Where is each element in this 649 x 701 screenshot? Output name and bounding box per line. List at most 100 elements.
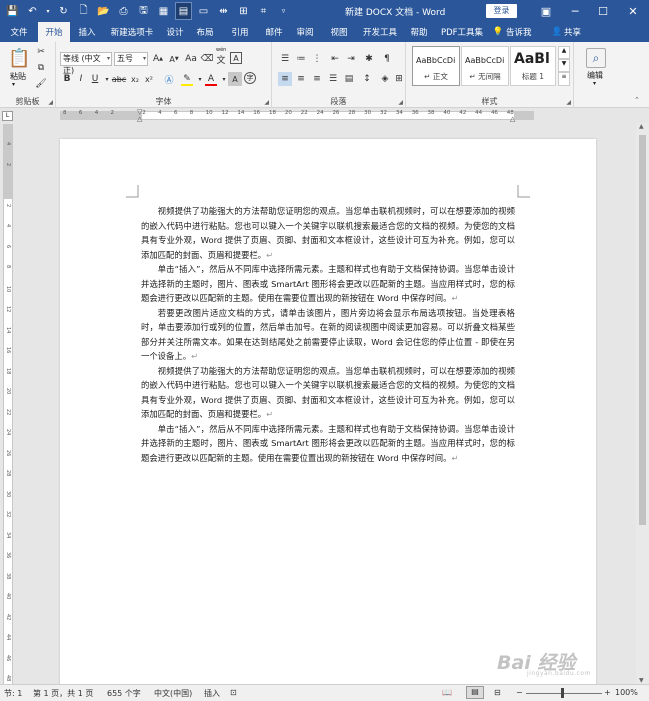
font-size-dropdown-icon[interactable]: ▾	[143, 53, 146, 65]
paste-icon[interactable]: 📋	[8, 48, 30, 69]
vertical-ruler[interactable]: 4 2 2 4 6 8 10 12 14 16 18 20 22 24 26 28 30 32 34 36 38 40 42…	[3, 124, 13, 684]
zoom-out-icon[interactable]: −	[516, 688, 523, 697]
grow-font-icon[interactable]: A ▲	[151, 52, 165, 66]
document-paragraph[interactable]: 单击“插入”，然后从不同库中选择所需元素。主题和样式也有助于文档保持协调。当您单…	[141, 262, 515, 306]
tab-selector-icon[interactable]: L	[2, 111, 13, 121]
styles-scroll-up-icon[interactable]: ▲	[558, 46, 570, 59]
scroll-up-icon[interactable]: ▲	[639, 123, 644, 130]
ribbon-display-options-icon[interactable]: ▣	[532, 0, 560, 22]
hanging-indent-icon[interactable]: △	[137, 115, 142, 123]
zoom-in-icon[interactable]: +	[604, 688, 611, 697]
tab-mailings[interactable]: 邮件	[260, 22, 288, 42]
new-doc-icon[interactable]: 🗋	[75, 2, 92, 20]
undo-icon[interactable]: ↶	[24, 2, 41, 20]
layout-icon[interactable]: ▭	[195, 2, 212, 20]
clipboard-launcher-icon[interactable]: ◢	[48, 99, 53, 106]
horizontal-ruler[interactable]: ▽ △ △ 8 6 4 2 2 4 6 8 10 12 14 16 18 20 22 24 26 28 30 32 34…	[16, 108, 635, 123]
tab-new-tab[interactable]: 新建选项卡	[104, 22, 160, 42]
document-body[interactable]: 视频提供了功能强大的方法帮助您证明您的观点。当您单击联机视频时，可以在想要添加的…	[141, 204, 515, 465]
tab-layout[interactable]: 布局	[190, 22, 220, 42]
document-paragraph[interactable]: 视频提供了功能强大的方法帮助您证明您的观点。当您单击联机视频时，可以在想要添加的…	[141, 204, 515, 262]
maximize-icon[interactable]: ☐	[589, 0, 617, 22]
redo-icon[interactable]: ↻	[55, 2, 72, 20]
font-name-dropdown-icon[interactable]: ▾	[107, 53, 110, 65]
chinese-layout-icon[interactable]: ✱	[362, 52, 376, 66]
editing-dropdown-icon[interactable]: ▾	[593, 80, 596, 87]
status-words[interactable]: 655 个字	[107, 688, 141, 699]
copy-icon[interactable]: ⧉	[34, 61, 48, 75]
print-layout-view-icon[interactable]: ▤	[466, 686, 484, 699]
tab-design[interactable]: 设计	[160, 22, 190, 42]
superscript-icon[interactable]: x²	[142, 72, 156, 86]
phonetic-guide-icon[interactable]: 文	[214, 52, 228, 66]
tab-references[interactable]: 引用	[220, 22, 260, 42]
status-page[interactable]: 第 1 页，共 1 页	[33, 688, 93, 699]
style-heading-1[interactable]: AaBl 标题 1	[510, 46, 556, 86]
web-layout-view-icon[interactable]: ⊟	[494, 688, 501, 697]
right-indent-icon[interactable]: △	[510, 115, 515, 123]
format-painter-icon[interactable]: 🖌	[34, 77, 48, 91]
style-normal[interactable]: AaBbCcDi ↵ 正文	[412, 46, 460, 86]
font-color-icon[interactable]: A	[204, 72, 218, 86]
login-button[interactable]: 登录	[486, 4, 517, 18]
tab-home[interactable]: 开始	[38, 22, 70, 42]
borders-icon[interactable]: ⊞	[392, 72, 406, 86]
zoom-level[interactable]: 100%	[615, 688, 638, 697]
paragraph-launcher-icon[interactable]: ◢	[398, 99, 403, 106]
strikethrough-icon[interactable]: abc	[112, 72, 126, 86]
char-shading-icon[interactable]: A	[228, 72, 242, 86]
bullets-icon[interactable]: ☰	[278, 52, 292, 66]
tab-pdf-tools[interactable]: PDF工具集	[434, 22, 490, 42]
share-icon[interactable]: 👤	[550, 22, 564, 42]
close-icon[interactable]: ✕	[619, 0, 647, 22]
tab-file[interactable]: 文件	[0, 22, 38, 42]
font-name-combo[interactable]: 等线 (中文正) ▾	[60, 52, 112, 75]
print-preview-icon[interactable]: ⎙	[115, 2, 132, 20]
document-paragraph[interactable]: 单击“插入”，然后从不同库中选择所需元素。主题和样式也有助于文档保持协调。当您单…	[141, 422, 515, 466]
text-box-icon[interactable]: ⌗	[255, 2, 272, 20]
document-paragraph[interactable]: 视频提供了功能强大的方法帮助您证明您的观点。当您单击联机视频时，可以在想要添加的…	[141, 364, 515, 422]
collapse-ribbon-icon[interactable]: ⌃	[634, 96, 640, 104]
font-size-combo[interactable]: 五号 ▾	[114, 52, 148, 66]
bold-icon[interactable]: B	[60, 72, 74, 86]
scroll-down-icon[interactable]: ▼	[639, 677, 644, 684]
scrollbar-thumb[interactable]	[639, 135, 646, 525]
status-insert-mode[interactable]: 插入	[204, 688, 220, 699]
read-mode-icon[interactable]: ▤	[175, 2, 192, 20]
status-section[interactable]: 节: 1	[4, 688, 22, 699]
multilevel-list-icon[interactable]: ⋮	[310, 52, 324, 66]
line-spacing-icon[interactable]: ↕	[360, 72, 374, 86]
subscript-icon[interactable]: x₂	[128, 72, 142, 86]
enclose-char-icon[interactable]: 字	[244, 72, 256, 84]
cut-icon[interactable]: ✂	[34, 45, 48, 59]
zoom-slider[interactable]	[526, 693, 602, 694]
tab-help[interactable]: 帮助	[404, 22, 434, 42]
styles-scroll-down-icon[interactable]: ▼	[558, 59, 570, 72]
document-paragraph[interactable]: 若要更改图片适应文档的方式，请单击该图片，图片旁边将会显示布局选项按钮。当处理表…	[141, 306, 515, 364]
columns-icon[interactable]: ⇹	[215, 2, 232, 20]
read-mode-view-icon[interactable]: 📖	[442, 688, 452, 697]
save-as-icon[interactable]: 🖫	[135, 2, 152, 20]
search-icon[interactable]: ⌕	[586, 48, 606, 68]
change-case-icon[interactable]: Aa	[184, 52, 198, 66]
lightbulb-icon[interactable]: 💡	[490, 22, 506, 42]
align-left-icon[interactable]: ≡	[278, 72, 292, 86]
tab-view[interactable]: 视图	[322, 22, 356, 42]
styles-launcher-icon[interactable]: ◢	[566, 99, 571, 106]
char-border-icon[interactable]: A	[230, 52, 242, 64]
save-icon[interactable]: 💾	[4, 2, 21, 20]
macro-record-icon[interactable]: ⊡	[230, 688, 237, 697]
align-center-icon[interactable]: ≡	[294, 72, 308, 86]
minimize-icon[interactable]: ─	[561, 0, 589, 22]
text-effects-icon[interactable]: Ⓐ	[162, 72, 176, 86]
tab-insert[interactable]: 插入	[70, 22, 104, 42]
insert-table-icon[interactable]: ▦	[155, 2, 172, 20]
clear-formatting-icon[interactable]: ⌫	[200, 52, 214, 66]
justify-icon[interactable]: ☰	[326, 72, 340, 86]
numbering-icon[interactable]: ≔	[294, 52, 308, 66]
italic-icon[interactable]: I	[74, 72, 88, 86]
vertical-scrollbar[interactable]: ▲ ▼	[636, 123, 649, 684]
decrease-indent-icon[interactable]: ⇤	[328, 52, 342, 66]
tab-developer[interactable]: 开发工具	[356, 22, 404, 42]
open-icon[interactable]: 📂	[95, 2, 112, 20]
